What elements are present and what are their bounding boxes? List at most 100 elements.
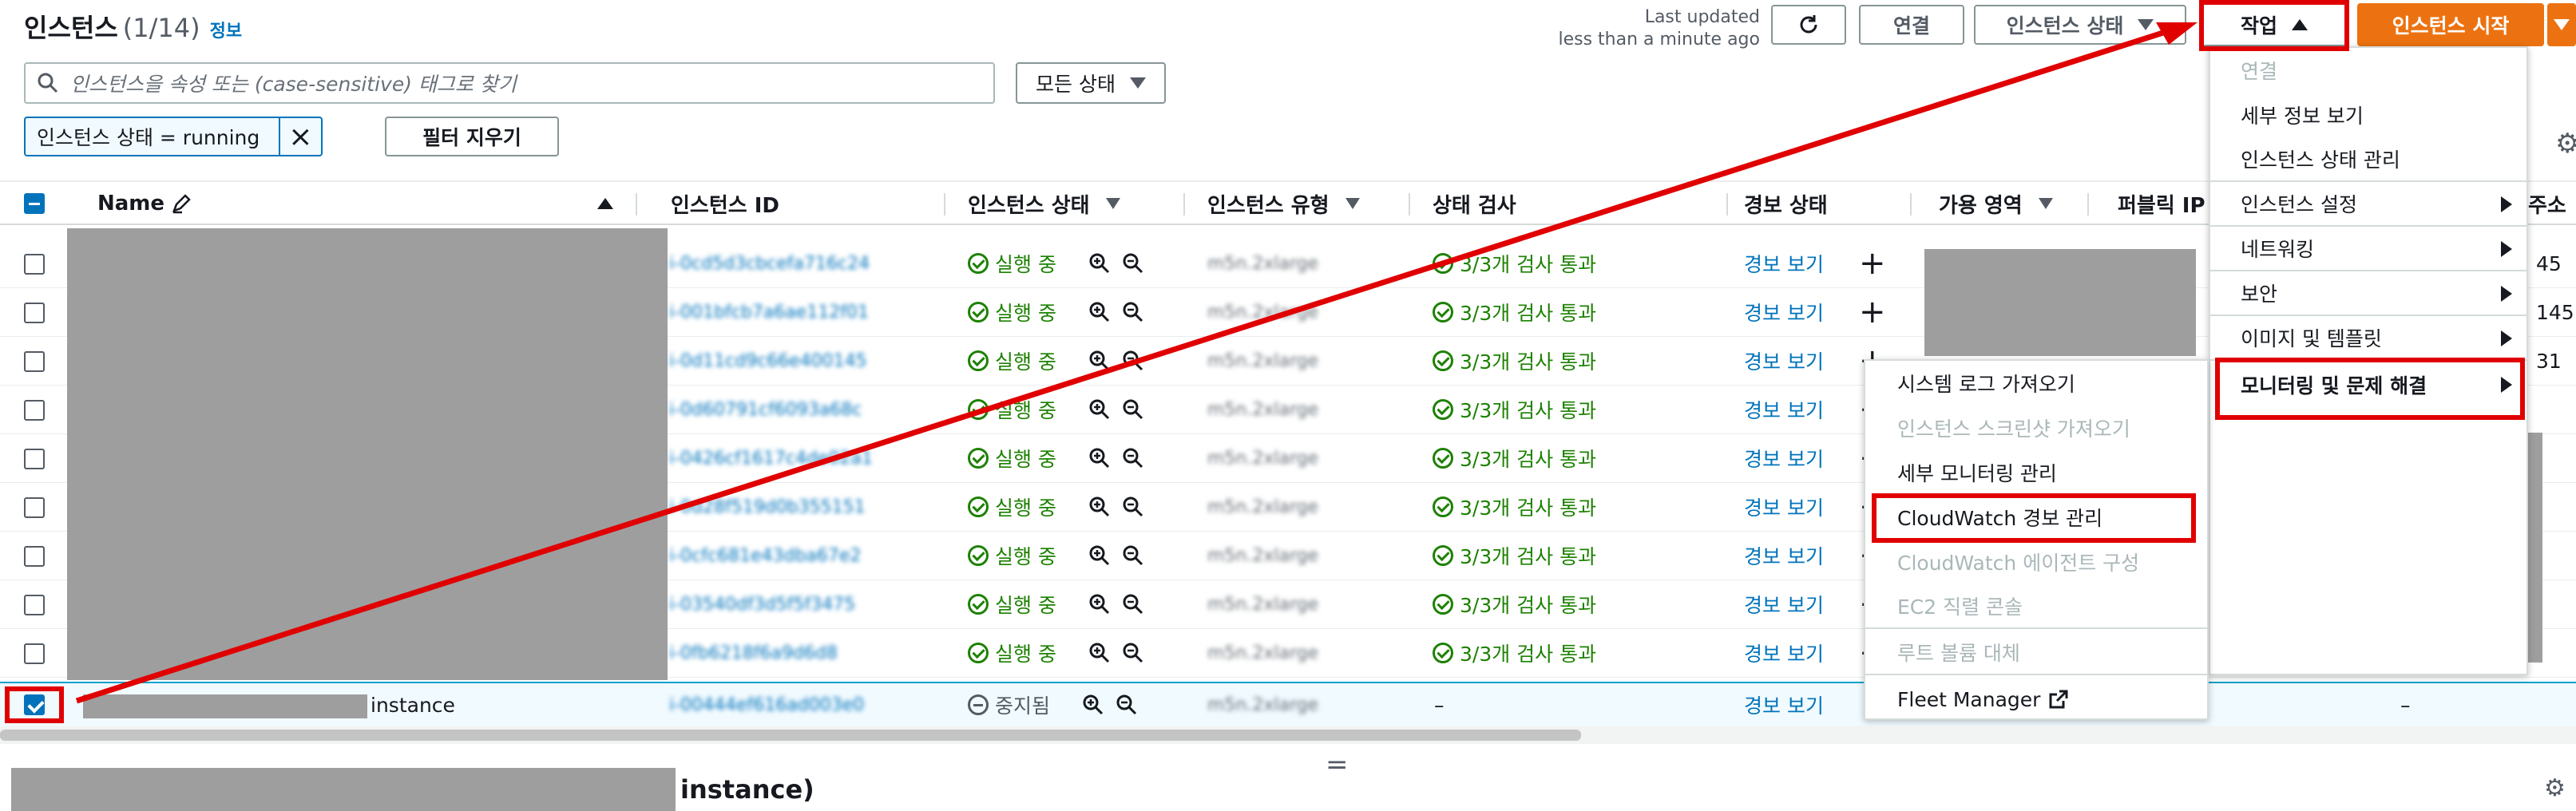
menu-item-view-details[interactable]: 세부 정보 보기	[2210, 93, 2526, 137]
status-check-label: 3/3개 검사 통과	[1460, 643, 1597, 666]
row-checkbox[interactable]	[24, 694, 45, 715]
launch-instance-button[interactable]: 인스턴스 시작	[2357, 3, 2544, 46]
instance-id-link[interactable]: i-0d28f519d0b355151	[669, 497, 866, 517]
menu-item-fleet-manager[interactable]: Fleet Manager	[1865, 677, 2207, 722]
view-alarms-link[interactable]: 경보 보기	[1744, 690, 1824, 719]
refresh-button[interactable]	[1771, 5, 1846, 45]
view-alarms-link[interactable]: 경보 보기	[1744, 590, 1824, 619]
row-checkbox[interactable]	[24, 400, 45, 421]
zoom-out-icon[interactable]	[1122, 350, 1144, 372]
zoom-out-icon[interactable]	[1122, 496, 1144, 518]
select-all-checkbox[interactable]	[24, 193, 45, 214]
status-check-label: 3/3개 검사 통과	[1460, 399, 1597, 422]
close-icon[interactable]: ×	[278, 118, 321, 155]
column-header-alarm[interactable]: 경보 상태	[1744, 182, 1912, 225]
menu-item-cloudwatch-alarms[interactable]: CloudWatch 경보 관리	[1865, 495, 2207, 540]
search-input[interactable]: 인스턴스을 속성 또는 (case-sensitive) 태그로 찾기	[24, 62, 995, 104]
column-header-status-check[interactable]: 상태 검사	[1433, 182, 1728, 225]
chevron-down-icon	[2138, 19, 2154, 30]
clear-filter-button[interactable]: 필터 지우기	[385, 117, 559, 156]
zoom-out-icon[interactable]	[1122, 301, 1144, 323]
instance-id-link[interactable]: i-0cd5d3cbcefa716c24	[669, 254, 870, 274]
stopped-icon	[968, 694, 989, 715]
zoom-in-icon[interactable]	[1088, 642, 1111, 664]
zoom-in-icon[interactable]	[1088, 544, 1111, 567]
instance-state-button[interactable]: 인스턴스 상태	[1974, 5, 2186, 45]
menu-item-detailed-monitoring[interactable]: 세부 모니터링 관리	[1865, 450, 2207, 495]
row-checkbox[interactable]	[24, 303, 45, 323]
state-label: 중지됨	[995, 694, 1051, 718]
view-alarms-link[interactable]: 경보 보기	[1744, 541, 1824, 570]
zoom-in-icon[interactable]	[1088, 398, 1111, 421]
view-alarms-link[interactable]: 경보 보기	[1744, 249, 1824, 278]
zoom-out-icon[interactable]	[1122, 642, 1144, 664]
column-header-az[interactable]: 가용 영역	[1939, 182, 2089, 225]
row-checkbox[interactable]	[24, 546, 45, 567]
zoom-in-icon[interactable]	[1088, 252, 1111, 275]
menu-item-networking[interactable]: 네트워킹	[2210, 227, 2526, 271]
view-alarms-link[interactable]: 경보 보기	[1744, 298, 1824, 326]
add-alarm-icon[interactable]: +	[1859, 245, 1886, 282]
instance-id-link[interactable]: i-001bfcb7a6ae112f01	[669, 303, 869, 322]
launch-dropdown-button[interactable]	[2547, 3, 2576, 46]
zoom-in-icon[interactable]	[1088, 496, 1111, 518]
zoom-out-icon[interactable]	[1122, 447, 1144, 469]
view-alarms-link[interactable]: 경보 보기	[1744, 395, 1824, 424]
state-label: 실행 중	[995, 545, 1056, 568]
add-alarm-icon[interactable]: +	[1859, 294, 1886, 330]
chevron-right-icon	[2501, 241, 2512, 257]
instance-id-link[interactable]: i-03540df3d5f5f3475	[669, 595, 855, 615]
instance-id-link[interactable]: i-0d60791cf6093a68c	[669, 400, 862, 420]
column-header-instance-id[interactable]: 인스턴스 ID	[671, 182, 945, 225]
row-checkbox[interactable]	[24, 449, 45, 469]
zoom-in-icon[interactable]	[1082, 694, 1104, 716]
view-alarms-link[interactable]: 경보 보기	[1744, 346, 1824, 375]
connect-button[interactable]: 연결	[1859, 5, 1964, 45]
zoom-out-icon[interactable]	[1122, 252, 1144, 275]
zoom-in-icon[interactable]	[1088, 447, 1111, 469]
row-checkbox[interactable]	[24, 497, 45, 518]
horizontal-scrollbar[interactable]	[0, 730, 1581, 741]
search-icon	[38, 73, 58, 93]
instance-id-link[interactable]: i-00444ef616ad003e0	[669, 695, 864, 715]
actions-button[interactable]: 작업	[2199, 3, 2349, 46]
row-checkbox[interactable]	[24, 595, 45, 615]
zoom-in-icon[interactable]	[1088, 301, 1111, 323]
menu-item-system-log[interactable]: 시스템 로그 가져오기	[1865, 361, 2207, 406]
menu-item-image-templates[interactable]: 이미지 및 템플릿	[2210, 316, 2526, 361]
column-header-public-ip[interactable]: 퍼블릭 IP	[2118, 182, 2205, 225]
zoom-in-icon[interactable]	[1088, 593, 1111, 615]
row-checkbox[interactable]	[24, 254, 45, 275]
column-header-address[interactable]: 주소	[2528, 182, 2576, 225]
instance-id-link[interactable]: i-0d11cd9c66e400145	[669, 351, 867, 371]
row-checkbox[interactable]	[24, 643, 45, 664]
instance-id-link[interactable]: i-0426cf1617c4de02a1	[669, 449, 873, 469]
view-alarms-link[interactable]: 경보 보기	[1744, 639, 1824, 667]
column-header-state[interactable]: 인스턴스 상태	[968, 182, 1185, 225]
column-header-type[interactable]: 인스턴스 유형	[1207, 182, 1410, 225]
zoom-out-icon[interactable]	[1122, 544, 1144, 567]
zoom-out-icon[interactable]	[1122, 398, 1144, 421]
gear-icon[interactable]: ⚙	[2544, 774, 2566, 802]
split-panel-handle[interactable]: =	[1326, 749, 1349, 781]
view-alarms-link[interactable]: 경보 보기	[1744, 493, 1824, 521]
instance-id-link[interactable]: i-0fb6218f6a9d6d8	[669, 643, 838, 663]
zoom-out-icon[interactable]	[1122, 593, 1144, 615]
gear-icon[interactable]: ⚙	[2555, 128, 2576, 160]
check-circle-icon	[968, 496, 989, 517]
view-alarms-link[interactable]: 경보 보기	[1744, 444, 1824, 473]
column-header-name[interactable]: Name	[97, 182, 637, 225]
menu-item-monitoring[interactable]: 모니터링 및 문제 해결	[2210, 362, 2526, 407]
menu-item-manage-state[interactable]: 인스턴스 상태 관리	[2210, 137, 2526, 182]
row-checkbox[interactable]	[24, 351, 45, 372]
instance-id-link[interactable]: i-0cfc681e43dba67e2	[669, 546, 861, 566]
state-label: 실행 중	[995, 594, 1056, 617]
info-link[interactable]: 정보	[210, 22, 242, 42]
actions-menu: 연결 세부 정보 보기 인스턴스 상태 관리 인스턴스 설정 네트워킹 보안 이…	[2209, 46, 2528, 675]
status-filter-select[interactable]: 모든 상태	[1016, 62, 1166, 104]
zoom-out-icon[interactable]	[1116, 694, 1138, 716]
menu-item-security[interactable]: 보안	[2210, 271, 2526, 316]
status-check-label: 3/3개 검사 통과	[1460, 594, 1597, 617]
zoom-in-icon[interactable]	[1088, 350, 1111, 372]
menu-item-instance-settings[interactable]: 인스턴스 설정	[2210, 182, 2526, 227]
